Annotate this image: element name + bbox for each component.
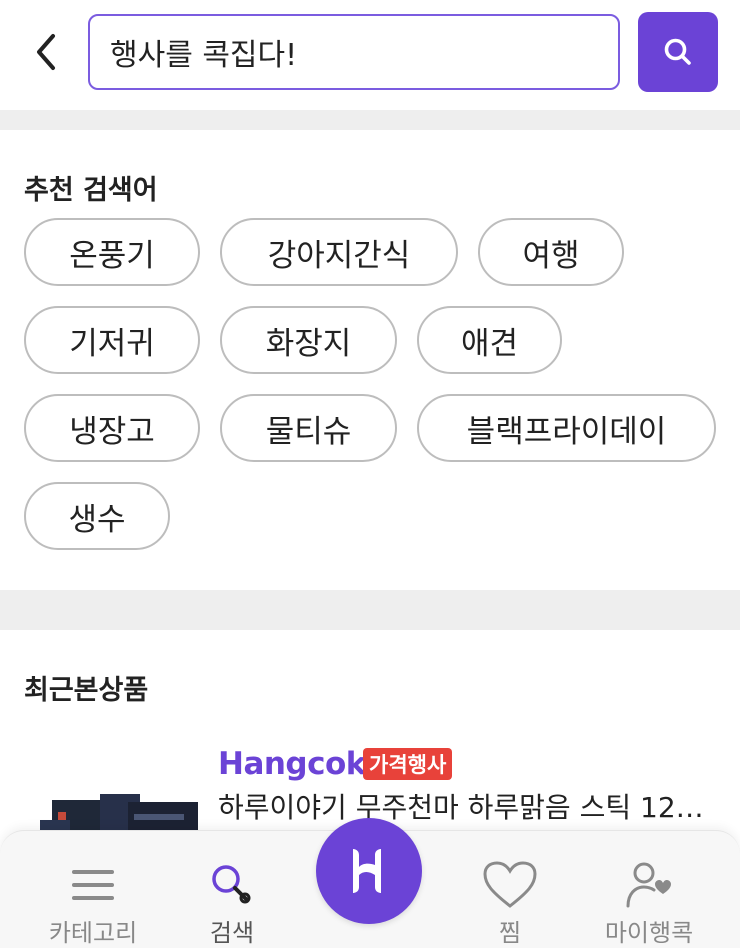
recent-title: 최근본상품: [24, 675, 149, 706]
nav-category[interactable]: 카테고리: [23, 831, 163, 948]
search-button[interactable]: [638, 12, 718, 92]
nav-my-hangcok-label: 마이행콕: [604, 919, 694, 947]
heart-icon: [480, 857, 540, 913]
hangcok-brand-logo: Hangcok: [218, 746, 366, 782]
keyword-chip[interactable]: 블랙프라이데이: [417, 394, 716, 462]
keyword-chip[interactable]: 화장지: [220, 306, 397, 374]
keyword-chip[interactable]: 물티슈: [220, 394, 397, 462]
recommended-keywords-section: 추천 검색어 온풍기 강아지간식 여행 기저귀 화장지 애견 냉장고 물티슈 블…: [0, 130, 740, 590]
recommended-title: 추천 검색어: [24, 175, 158, 206]
keyword-chip[interactable]: 기저귀: [24, 306, 200, 374]
keyword-chip[interactable]: 생수: [24, 482, 170, 550]
keyword-chip[interactable]: 여행: [478, 218, 624, 286]
nav-my-hangcok[interactable]: 마이행콕: [579, 831, 719, 948]
nav-search-label: 검색: [209, 919, 255, 947]
nav-category-label: 카테고리: [48, 919, 138, 947]
section-divider: [0, 110, 740, 130]
chevron-left-icon: [37, 34, 55, 70]
price-event-badge: 가격행사: [363, 748, 453, 780]
search-icon: [664, 38, 691, 65]
menu-icon: [63, 857, 123, 913]
hangcok-logo-icon: [353, 849, 381, 893]
product-name[interactable]: 하루이야기 무주천마 하루맑음 스틱 12…: [218, 786, 718, 826]
section-divider: [0, 590, 740, 630]
search-field[interactable]: [88, 14, 620, 90]
home-button[interactable]: [316, 818, 422, 924]
nav-wishlist[interactable]: 찜: [440, 831, 580, 948]
user-heart-icon: [619, 857, 679, 913]
back-button[interactable]: [22, 28, 70, 76]
search-header: [0, 0, 740, 110]
keyword-chip[interactable]: 냉장고: [24, 394, 200, 462]
nav-wishlist-label: 찜: [498, 919, 522, 947]
keyword-chip[interactable]: 강아지간식: [220, 218, 458, 286]
keyword-chip[interactable]: 온풍기: [24, 218, 200, 286]
keyword-chip[interactable]: 애견: [417, 306, 562, 374]
search-input[interactable]: [90, 16, 618, 88]
nav-search[interactable]: 검색: [162, 831, 302, 948]
search-icon: [202, 857, 262, 913]
